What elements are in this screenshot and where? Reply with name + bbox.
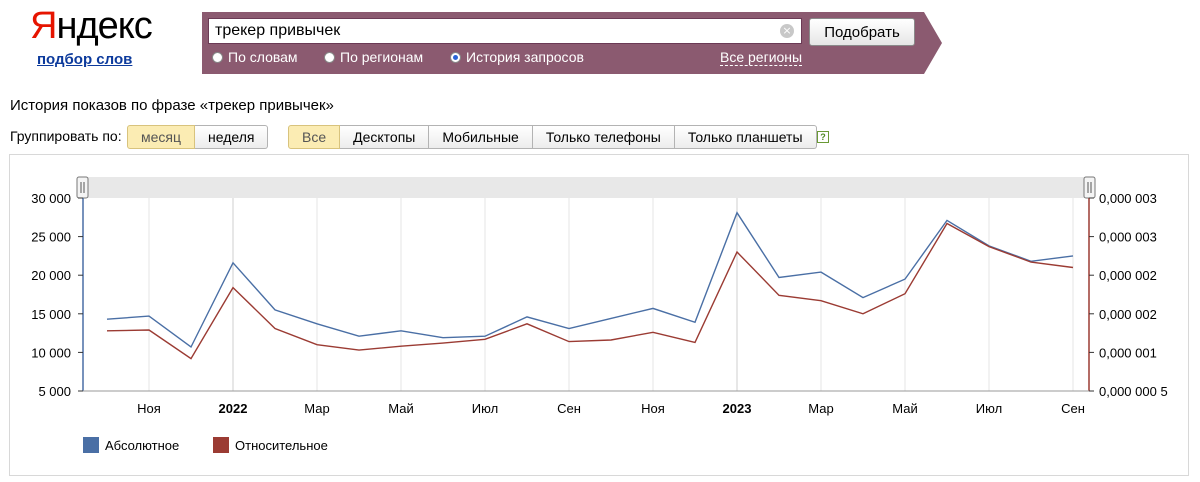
- search-bar: × Подобрать По словам По регионам Истори…: [202, 12, 942, 74]
- close-circle-icon[interactable]: ×: [780, 24, 794, 38]
- radio-by-words[interactable]: По словам: [212, 49, 298, 65]
- radio-dot[interactable]: [324, 51, 335, 63]
- x-tick-label: Май: [892, 401, 917, 416]
- series-line-absolute: [106, 211, 1074, 349]
- x-tick-label: Ноя: [137, 401, 161, 416]
- y-right-tick-label: 0,000 000 5: [1099, 384, 1168, 399]
- y-left-tick-label: 10 000: [31, 345, 71, 360]
- device-all-button[interactable]: Все: [288, 125, 341, 149]
- legend-swatch: [83, 437, 99, 453]
- x-tick-label: Июл: [976, 401, 1002, 416]
- range-scroller-track: [83, 177, 1089, 198]
- legend-label: Абсолютное: [105, 438, 179, 453]
- x-tick-label: Июл: [472, 401, 498, 416]
- regions-link[interactable]: Все регионы: [720, 49, 803, 66]
- series-line-relative: [106, 222, 1074, 360]
- history-chart: 5 000 10 000 15 000 20 000 25 000 30 000 0,000…: [31, 176, 1168, 453]
- device-desktop-button[interactable]: Десктопы: [340, 125, 430, 149]
- x-tick-label: Мар: [808, 401, 833, 416]
- question-icon[interactable]: ?: [817, 131, 829, 143]
- group-by-toggle: месяц неделя: [127, 125, 269, 149]
- range-handle-left: [76, 176, 89, 199]
- x-tick-label: Май: [388, 401, 413, 416]
- group-by-label: Группировать по:: [10, 128, 122, 144]
- legend-swatch: [213, 437, 229, 453]
- radio-by-regions[interactable]: По регионам: [324, 49, 423, 65]
- y-right-tick-label: 0,000 001: [1099, 345, 1157, 360]
- device-filter-toggle: Все Десктопы Мобильные Только телефоны Т…: [288, 125, 817, 149]
- chart-container: 5 000 10 000 15 000 20 000 25 000 30 000 0,000…: [9, 154, 1189, 476]
- logo-wordmark: Яндекс: [30, 5, 153, 47]
- radio-dot-selected[interactable]: [450, 51, 461, 63]
- y-right-tick-label: 0,000 003: [1099, 230, 1157, 245]
- legend-label: Относительное: [235, 438, 328, 453]
- yandex-logo[interactable]: Яндекс: [30, 4, 153, 48]
- device-phones-button[interactable]: Только телефоны: [532, 125, 675, 149]
- x-tick-label: Мар: [304, 401, 329, 416]
- x-tick-label: 2023: [723, 401, 752, 416]
- y-left-tick-label: 15 000: [31, 307, 71, 322]
- page-title: История показов по фразе «трекер привыче…: [10, 97, 334, 114]
- search-input[interactable]: [208, 18, 802, 44]
- x-tick-label: Ноя: [641, 401, 665, 416]
- device-mobile-button[interactable]: Мобильные: [429, 125, 533, 149]
- submit-button[interactable]: Подобрать: [809, 18, 915, 46]
- radio-history[interactable]: История запросов: [450, 49, 584, 65]
- wordstat-link[interactable]: подбор слов: [37, 51, 132, 68]
- x-tick-label: 2022: [219, 401, 248, 416]
- group-week-button[interactable]: неделя: [195, 125, 269, 149]
- y-right-tick-label: 0,000 002: [1099, 307, 1157, 322]
- range-handle-right: [1083, 176, 1096, 199]
- device-tablets-button[interactable]: Только планшеты: [674, 125, 817, 149]
- y-left-tick-label: 5 000: [38, 384, 71, 399]
- x-tick-label: Сен: [557, 401, 581, 416]
- x-tick-label: Сен: [1061, 401, 1085, 416]
- y-left-tick-label: 25 000: [31, 230, 71, 245]
- y-right-tick-label: 0,000 003: [1099, 191, 1157, 206]
- y-left-tick-label: 30 000: [31, 191, 71, 206]
- y-right-tick-label: 0,000 002: [1099, 268, 1157, 283]
- group-month-button[interactable]: месяц: [127, 125, 196, 149]
- y-left-tick-label: 20 000: [31, 268, 71, 283]
- radio-dot[interactable]: [212, 51, 223, 63]
